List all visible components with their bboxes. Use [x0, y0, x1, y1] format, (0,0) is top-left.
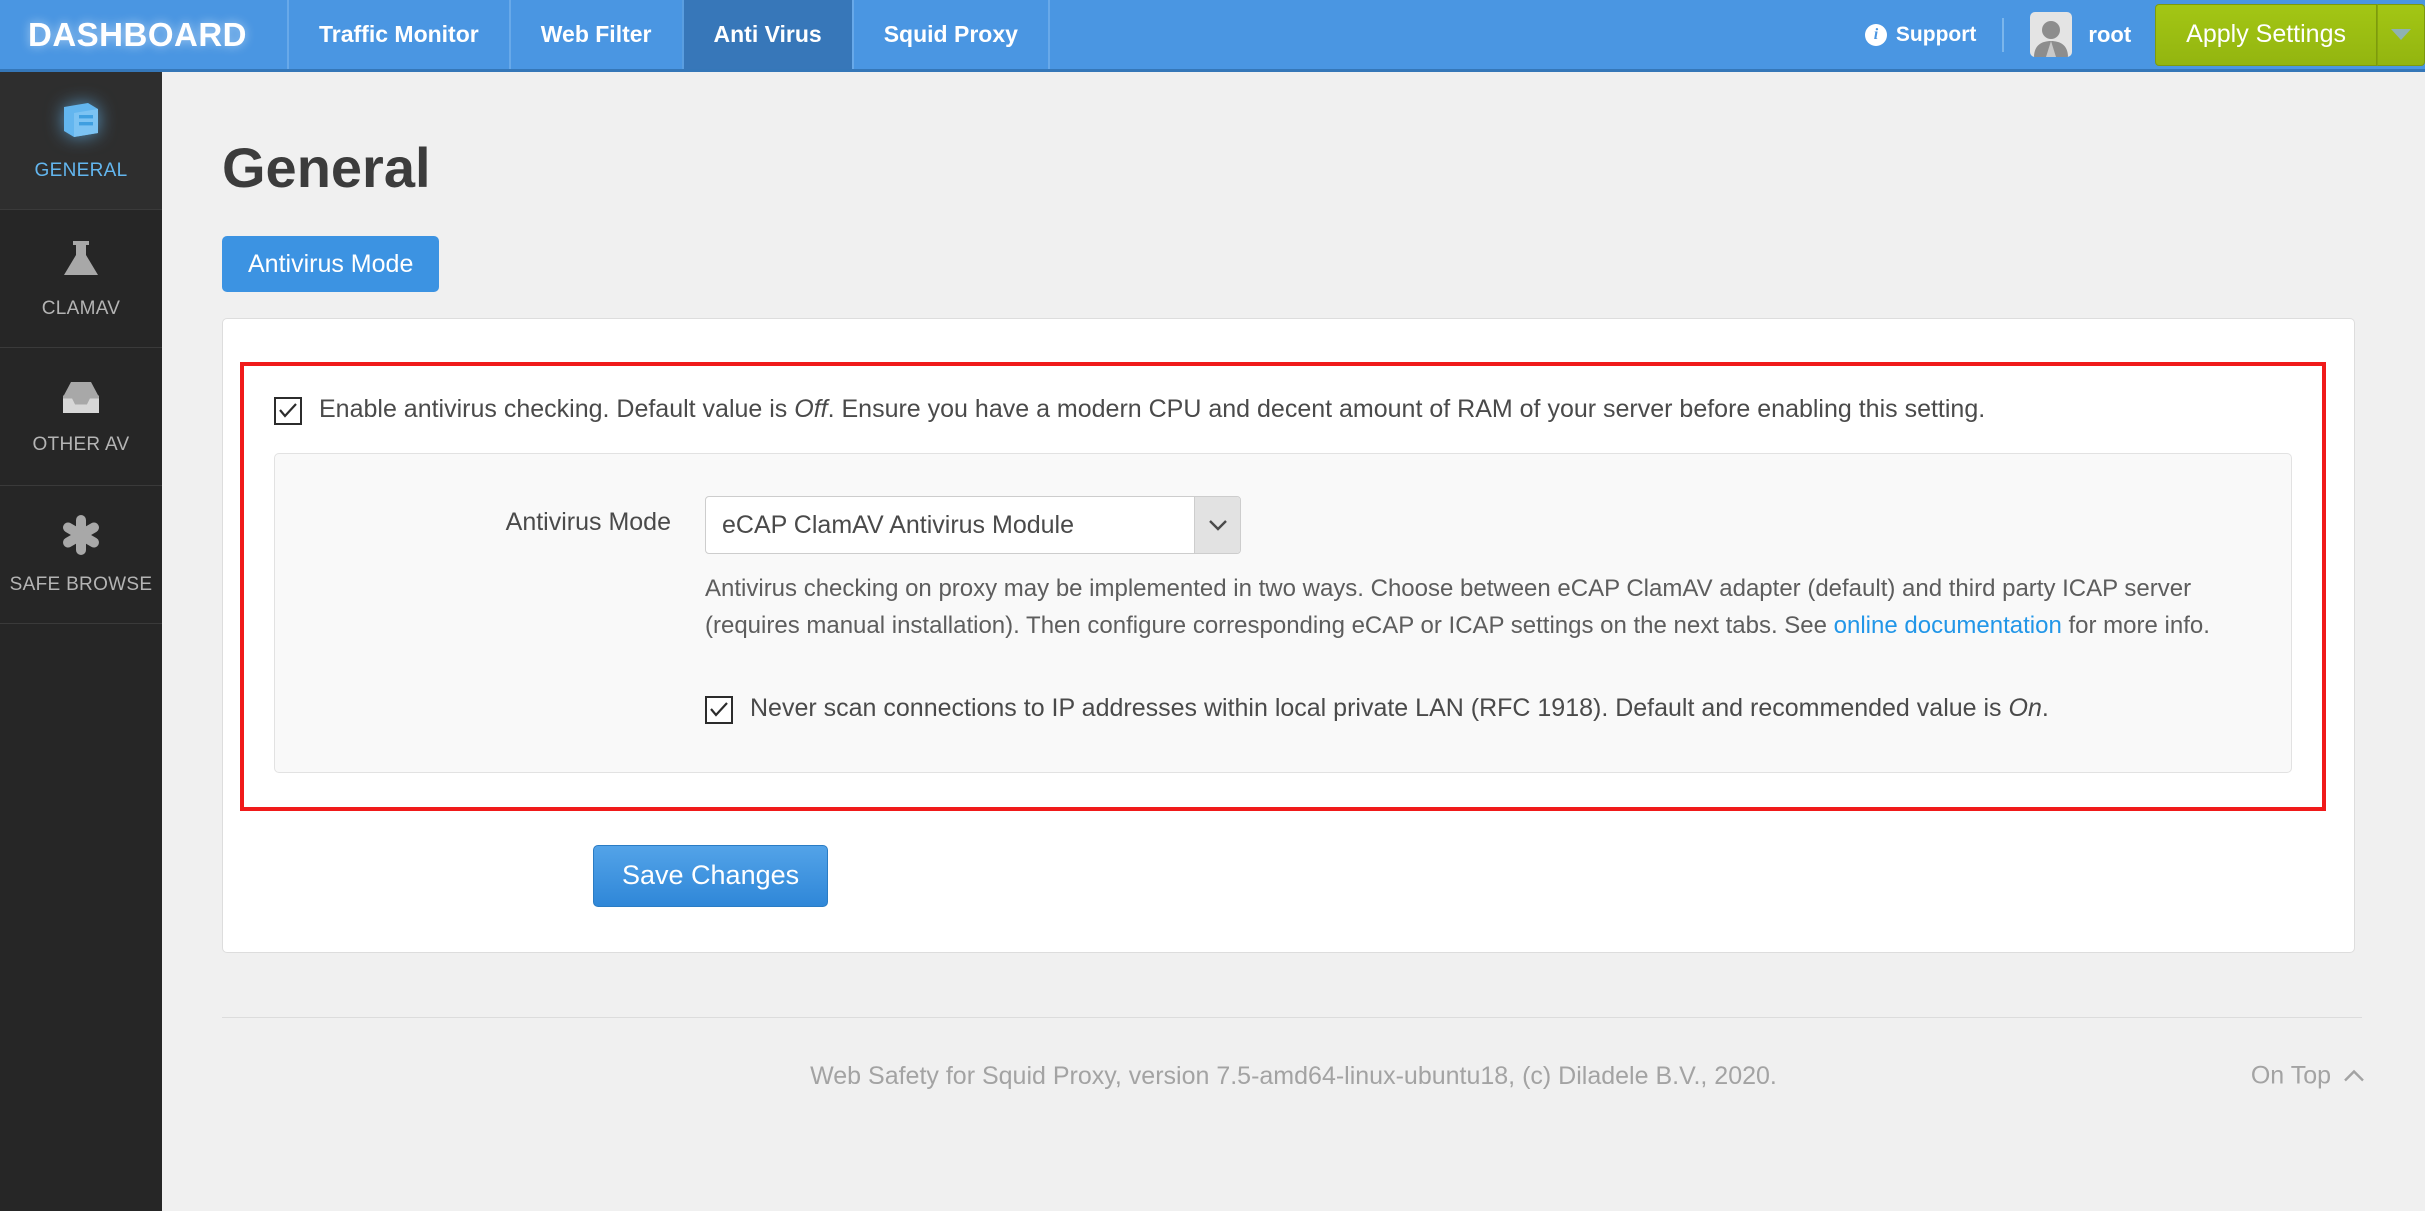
online-documentation-link[interactable]: online documentation [1834, 612, 2062, 639]
nav-tab-web-filter[interactable]: Web Filter [508, 0, 682, 69]
sidebar-item-general[interactable]: GENERAL [0, 72, 162, 210]
support-label: Support [1895, 22, 1977, 46]
enable-antivirus-row[interactable]: Enable antivirus checking. Default value… [274, 394, 2292, 425]
info-circle-icon: i [1864, 23, 1887, 46]
never-scan-lan-row[interactable]: Never scan connections to IP addresses w… [705, 693, 2246, 724]
sidebar-item-other-av[interactable]: OTHER AV [0, 348, 162, 486]
apply-settings-button[interactable]: Apply Settings [2155, 3, 2377, 66]
chevron-down-icon [1208, 519, 1227, 531]
user-avatar-icon[interactable] [2030, 12, 2073, 57]
never-scan-lan-emphasis: On [2008, 693, 2042, 722]
nav-spacer [1047, 0, 1865, 69]
antivirus-mode-help-text: Antivirus checking on proxy may be imple… [705, 570, 2246, 644]
page-title: General [222, 136, 431, 199]
nav-right-group: i Support root Apply Settings [1864, 0, 2425, 69]
apply-settings-group: Apply Settings [2155, 0, 2425, 69]
nav-divider [2002, 17, 2005, 52]
enable-antivirus-emphasis: Off [794, 395, 828, 423]
help-text-after: for more info. [2061, 612, 2210, 640]
nav-tab-squid-proxy[interactable]: Squid Proxy [851, 0, 1048, 69]
antivirus-mode-select-toggle[interactable] [1194, 497, 1240, 554]
apply-settings-dropdown-toggle[interactable] [2377, 3, 2425, 66]
asterisk-icon [59, 513, 103, 562]
sidebar-item-clamav[interactable]: CLAMAV [0, 210, 162, 348]
never-scan-lan-text-after: . [2041, 693, 2049, 722]
sidebar-item-label-general: GENERAL [34, 160, 128, 181]
never-scan-lan-text-before: Never scan connections to IP addresses w… [750, 693, 2009, 722]
never-scan-lan-label: Never scan connections to IP addresses w… [750, 693, 2049, 724]
flask-icon [60, 237, 102, 286]
footer-divider [222, 1016, 2362, 1018]
antivirus-mode-group: Antivirus Mode eCAP ClamAV Antivirus Mod… [274, 453, 2292, 773]
sidebar-item-label-clamav: CLAMAV [41, 298, 121, 319]
enable-antivirus-label: Enable antivirus checking. Default value… [319, 394, 1985, 425]
enable-antivirus-checkbox[interactable] [274, 397, 302, 425]
highlight-region: Enable antivirus checking. Default value… [240, 362, 2326, 811]
save-changes-button[interactable]: Save Changes [593, 844, 829, 907]
nav-tabs: Traffic Monitor Web Filter Anti Virus Sq… [287, 0, 1048, 69]
antivirus-mode-label: Antivirus Mode [505, 508, 671, 537]
on-top-label: On Top [2250, 1061, 2331, 1090]
enable-antivirus-text-after: . Ensure you have a modern CPU and decen… [827, 395, 1986, 423]
brand-logo[interactable]: DASHBOARD [0, 0, 287, 69]
antivirus-mode-select[interactable]: eCAP ClamAV Antivirus Module [705, 496, 1241, 555]
top-navbar: DASHBOARD Traffic Monitor Web Filter Ant… [0, 0, 2425, 72]
page-footer: Web Safety for Squid Proxy, version 7.5-… [162, 1062, 2425, 1091]
inbox-icon [58, 377, 104, 422]
footer-text: Web Safety for Squid Proxy, version 7.5-… [810, 1061, 1777, 1090]
main-content: General Antivirus Mode Enable antivirus … [162, 72, 2425, 1211]
enable-antivirus-text-before: Enable antivirus checking. Default value… [319, 395, 795, 423]
nav-tab-anti-virus[interactable]: Anti Virus [681, 0, 852, 69]
username-label[interactable]: root [2088, 22, 2131, 48]
sidebar-item-label-safe-browse: SAFE BROWSE [9, 574, 153, 595]
antivirus-mode-field-col: eCAP ClamAV Antivirus Module Antivirus c… [705, 496, 2246, 724]
chevron-up-icon [2344, 1070, 2364, 1082]
caret-down-icon [2391, 29, 2411, 40]
antivirus-mode-field-row: Antivirus Mode eCAP ClamAV Antivirus Mod… [320, 496, 2246, 724]
left-sidebar: GENERAL CLAMAV OTHER AV SAFE BROWSE [0, 72, 162, 1211]
nav-tab-traffic-monitor[interactable]: Traffic Monitor [287, 0, 509, 69]
settings-panel: Enable antivirus checking. Default value… [222, 318, 2355, 953]
antivirus-mode-selected-value: eCAP ClamAV Antivirus Module [722, 510, 1075, 539]
sidebar-item-safe-browse[interactable]: SAFE BROWSE [0, 486, 162, 624]
save-changes-wrapper: Save Changes [223, 811, 2354, 952]
tab-antivirus-mode[interactable]: Antivirus Mode [222, 236, 440, 292]
on-top-button[interactable]: On Top [2251, 1062, 2365, 1091]
book-icon [58, 99, 104, 148]
never-scan-lan-checkbox[interactable] [705, 695, 733, 724]
sidebar-item-label-other-av: OTHER AV [32, 434, 130, 455]
support-link[interactable]: i Support [1864, 22, 2002, 47]
